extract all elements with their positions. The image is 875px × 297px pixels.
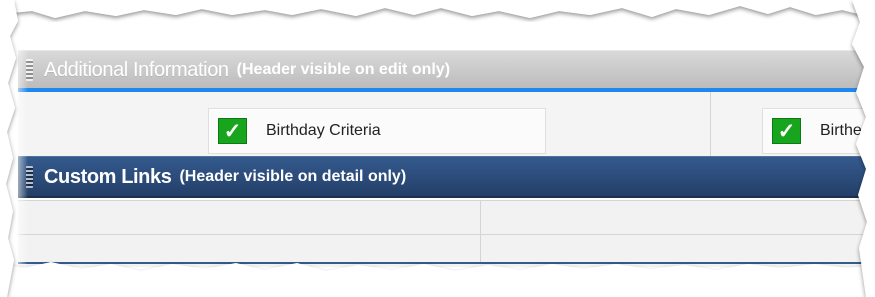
grid-top-line: [18, 200, 875, 201]
field-column-divider: [710, 92, 711, 156]
checkbox-checked-icon[interactable]: ✓: [772, 118, 801, 144]
birthday-partial-label: Birthe: [820, 122, 862, 139]
birthday-criteria-field[interactable]: ✓ Birthday Criteria: [208, 108, 546, 154]
birthday-field-partial[interactable]: ✓ Birthe: [762, 108, 875, 154]
birthday-criteria-label: Birthday Criteria: [266, 122, 381, 139]
checkbox-checked-icon[interactable]: ✓: [218, 118, 247, 144]
custom-links-visibility-note: (Header visible on detail only): [179, 167, 407, 185]
custom-links-bottom-border: [18, 262, 875, 264]
custom-links-title: Custom Links: [44, 165, 172, 188]
torn-left-shadow: [18, 48, 28, 270]
additional-information-visibility-note: (Header visible on edit only): [236, 60, 451, 78]
additional-information-title: Additional Information: [44, 58, 229, 81]
custom-links-empty-grid: [18, 200, 875, 267]
layout-editor-screenshot: Additional Information (Header visible o…: [0, 0, 875, 297]
grid-middle-line: [18, 234, 875, 235]
grid-column-divider: [480, 200, 481, 262]
additional-information-section-header[interactable]: Additional Information (Header visible o…: [18, 50, 875, 88]
additional-information-field-row: ✓ Birthday Criteria ✓ Birthe: [18, 92, 875, 157]
page-layout-editor: Additional Information (Header visible o…: [18, 48, 875, 270]
custom-links-section-header[interactable]: Custom Links (Header visible on detail o…: [18, 156, 875, 198]
